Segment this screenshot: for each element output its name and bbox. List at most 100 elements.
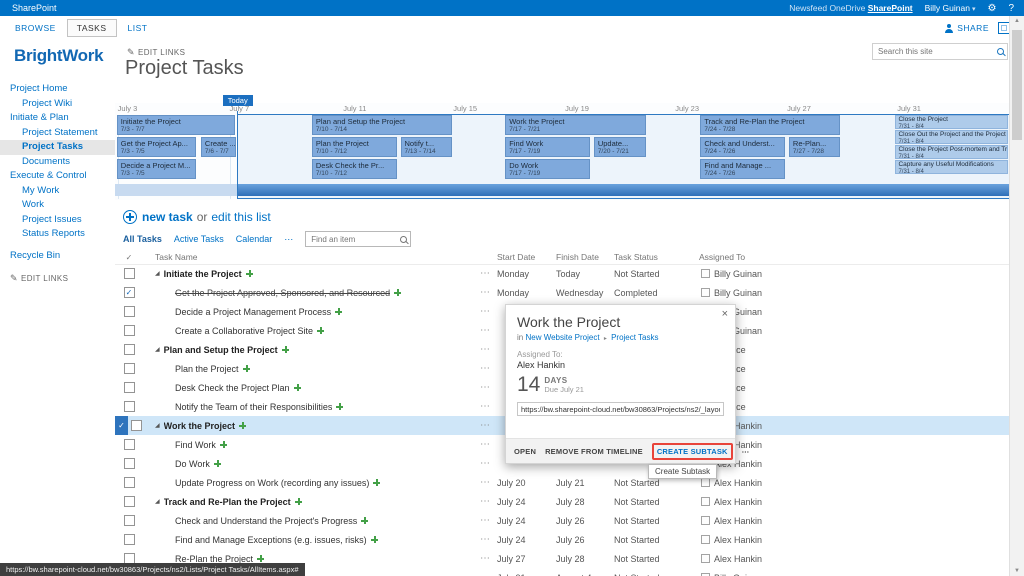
table-row[interactable]: Find and Manage Exceptions (e.g. issues,… [115,530,1010,549]
timeline-bar[interactable]: Close Out the Project and the Project si… [895,130,1008,144]
timeline-bar[interactable]: Plan the Project7/10 - 7/12 [312,137,397,157]
task-menu-button[interactable]: ⋯ [473,549,497,568]
table-row[interactable]: ◢Initiate the Project⋯MondayTodayNot Sta… [115,264,1010,283]
sidebar-item-project-statement[interactable]: Project Statement [0,126,115,141]
timeline-bar[interactable]: Find and Manage ...7/24 - 7/26 [700,159,785,179]
view-tab-active-tasks[interactable]: Active Tasks [174,234,224,245]
sidebar-item-project-issues[interactable]: Project Issues [0,213,115,228]
timeline-bar[interactable]: Update...7/20 - 7/21 [594,137,646,157]
share-button[interactable]: SHARE [944,23,989,33]
callout-action-more[interactable]: ⋯ [742,447,750,456]
edit-this-list-link[interactable]: edit this list [211,210,270,224]
vertical-scrollbar[interactable]: ▲ ▼ [1009,16,1024,576]
scrollbar-thumb[interactable] [1012,30,1022,140]
timeline-bar[interactable]: Capture any Useful Modifications7/31 - 8… [895,160,1008,174]
task-name-cell[interactable]: Check and Understand the Project's Progr… [143,511,473,530]
task-menu-button[interactable]: ⋯ [473,340,497,359]
row-checkbox[interactable] [124,458,135,469]
callout-action-open[interactable]: OPEN [514,447,536,456]
sidebar-item-execute-control[interactable]: Execute & Control [0,169,115,184]
breadcrumb-list-link[interactable]: Project Tasks [611,333,658,342]
user-menu[interactable]: Billy Guinan▾ [925,3,976,13]
expand-triangle-icon[interactable]: ◢ [155,270,160,277]
callout-action-remove-from-timeline[interactable]: REMOVE FROM TIMELINE [545,447,643,456]
view-tab-all-tasks[interactable]: All Tasks [123,234,162,245]
plus-circle-icon[interactable] [123,210,137,224]
breadcrumb-site-link[interactable]: New Website Project [525,333,599,342]
timeline-bar[interactable]: Close the Project7/31 - 8/4 [895,115,1008,129]
select-all-header[interactable]: ✓ [115,253,143,262]
task-name-cell[interactable]: Plan the Project [143,359,473,378]
new-task-link[interactable]: new task [142,210,193,224]
task-name-cell[interactable]: Find and Manage Exceptions (e.g. issues,… [143,530,473,549]
view-tab-more[interactable]: ⋯ [284,234,293,245]
timeline-bar[interactable]: Notify t...7/13 - 7/14 [401,137,452,157]
row-checkbox[interactable] [131,420,142,431]
task-url-input[interactable] [517,402,724,416]
table-row[interactable]: Check and Understand the Project's Progr… [115,511,1010,530]
task-menu-button[interactable]: ⋯ [473,321,497,340]
timeline-bar[interactable]: Re-Plan...7/27 - 7/28 [789,137,840,157]
task-menu-button[interactable]: ⋯ [473,264,497,283]
task-name-cell[interactable]: ◢Plan and Setup the Project [143,340,473,359]
column-header-task-status[interactable]: Task Status [614,252,699,262]
sidebar-item-my-work[interactable]: My Work [0,184,115,199]
task-menu-button[interactable]: ⋯ [473,511,497,530]
column-header-start-date[interactable]: Start Date [497,252,556,262]
sidebar-item-initiate-plan[interactable]: Initiate & Plan [0,111,115,126]
row-checkbox[interactable] [124,382,135,393]
table-row[interactable]: ◢Track and Re-Plan the Project⋯July 24Ju… [115,492,1010,511]
table-row[interactable]: ✓Get the Project Approved, Sponsored, an… [115,283,1010,302]
find-search-icon[interactable] [400,236,407,243]
task-menu-button[interactable]: ⋯ [473,283,497,302]
scroll-down-icon[interactable]: ▼ [1010,568,1024,574]
callout-action-create-subtask[interactable]: CREATE SUBTASK [652,443,733,460]
scroll-up-icon[interactable]: ▲ [1010,18,1024,24]
row-checkbox[interactable] [124,268,135,279]
search-icon[interactable] [997,48,1004,55]
timeline-bar[interactable]: Create ...7/6 - 7/7 [201,137,236,157]
sidebar-item-project-home[interactable]: Project Home [0,82,115,97]
timeline-bar[interactable]: Get the Project Ap...7/3 - 7/5 [117,137,197,157]
find-item-input[interactable] [309,234,400,245]
ribbon-tab-tasks[interactable]: TASKS [67,19,117,37]
sidebar-item-project-tasks[interactable]: Project Tasks [0,140,115,155]
brightwork-logo[interactable]: BrightWork [0,40,115,66]
task-menu-button[interactable]: ⋯ [473,435,497,454]
site-search-input[interactable] [876,46,997,57]
task-name-cell[interactable]: Find Work [143,435,473,454]
ribbon-tab-list[interactable]: LIST [119,20,157,36]
task-menu-button[interactable]: ⋯ [473,454,497,473]
sidebar-item-work[interactable]: Work [0,198,115,213]
row-checkbox[interactable] [124,306,135,317]
row-checkbox[interactable] [124,344,135,355]
row-checkbox[interactable] [124,534,135,545]
timeline-bar[interactable]: Check and Underst...7/24 - 7/26 [700,137,785,157]
task-name-cell[interactable]: Desk Check the Project Plan [143,378,473,397]
task-name-cell[interactable]: Decide a Project Management Process [143,302,473,321]
task-menu-button[interactable]: ⋯ [473,378,497,397]
task-menu-button[interactable]: ⋯ [473,492,497,511]
suite-link-newsfeed[interactable]: Newsfeed [789,3,827,13]
column-header-finish-date[interactable]: Finish Date [556,252,614,262]
timeline-bar[interactable]: Work the Project7/17 - 7/21 [505,115,646,135]
row-checkbox[interactable] [124,401,135,412]
expand-triangle-icon[interactable]: ◢ [155,346,160,353]
table-row[interactable]: Update Progress on Work (recording any i… [115,473,1010,492]
row-checkbox[interactable] [124,325,135,336]
column-header-assigned-to[interactable]: Assigned To [699,252,1010,262]
task-menu-button[interactable]: ⋯ [473,302,497,321]
row-checkbox[interactable] [124,515,135,526]
suite-link-sharepoint[interactable]: SharePoint [868,3,913,13]
row-checkbox[interactable] [124,477,135,488]
gear-icon[interactable]: ⚙ [987,3,996,14]
timeline-bar[interactable]: Find Work7/17 - 7/19 [505,137,590,157]
sidebar-item-recycle-bin[interactable]: Recycle Bin [0,249,115,264]
row-checkbox[interactable] [124,439,135,450]
timeline-bar[interactable]: Desk Check the Pr...7/10 - 7/12 [312,159,397,179]
task-name-cell[interactable]: Get the Project Approved, Sponsored, and… [143,283,473,302]
sidebar-item-status-reports[interactable]: Status Reports [0,227,115,242]
row-checkbox[interactable] [124,496,135,507]
column-header-task-name[interactable]: Task Name [143,252,473,262]
timeline-bar[interactable]: Initiate the Project7/3 - 7/7 [117,115,235,135]
